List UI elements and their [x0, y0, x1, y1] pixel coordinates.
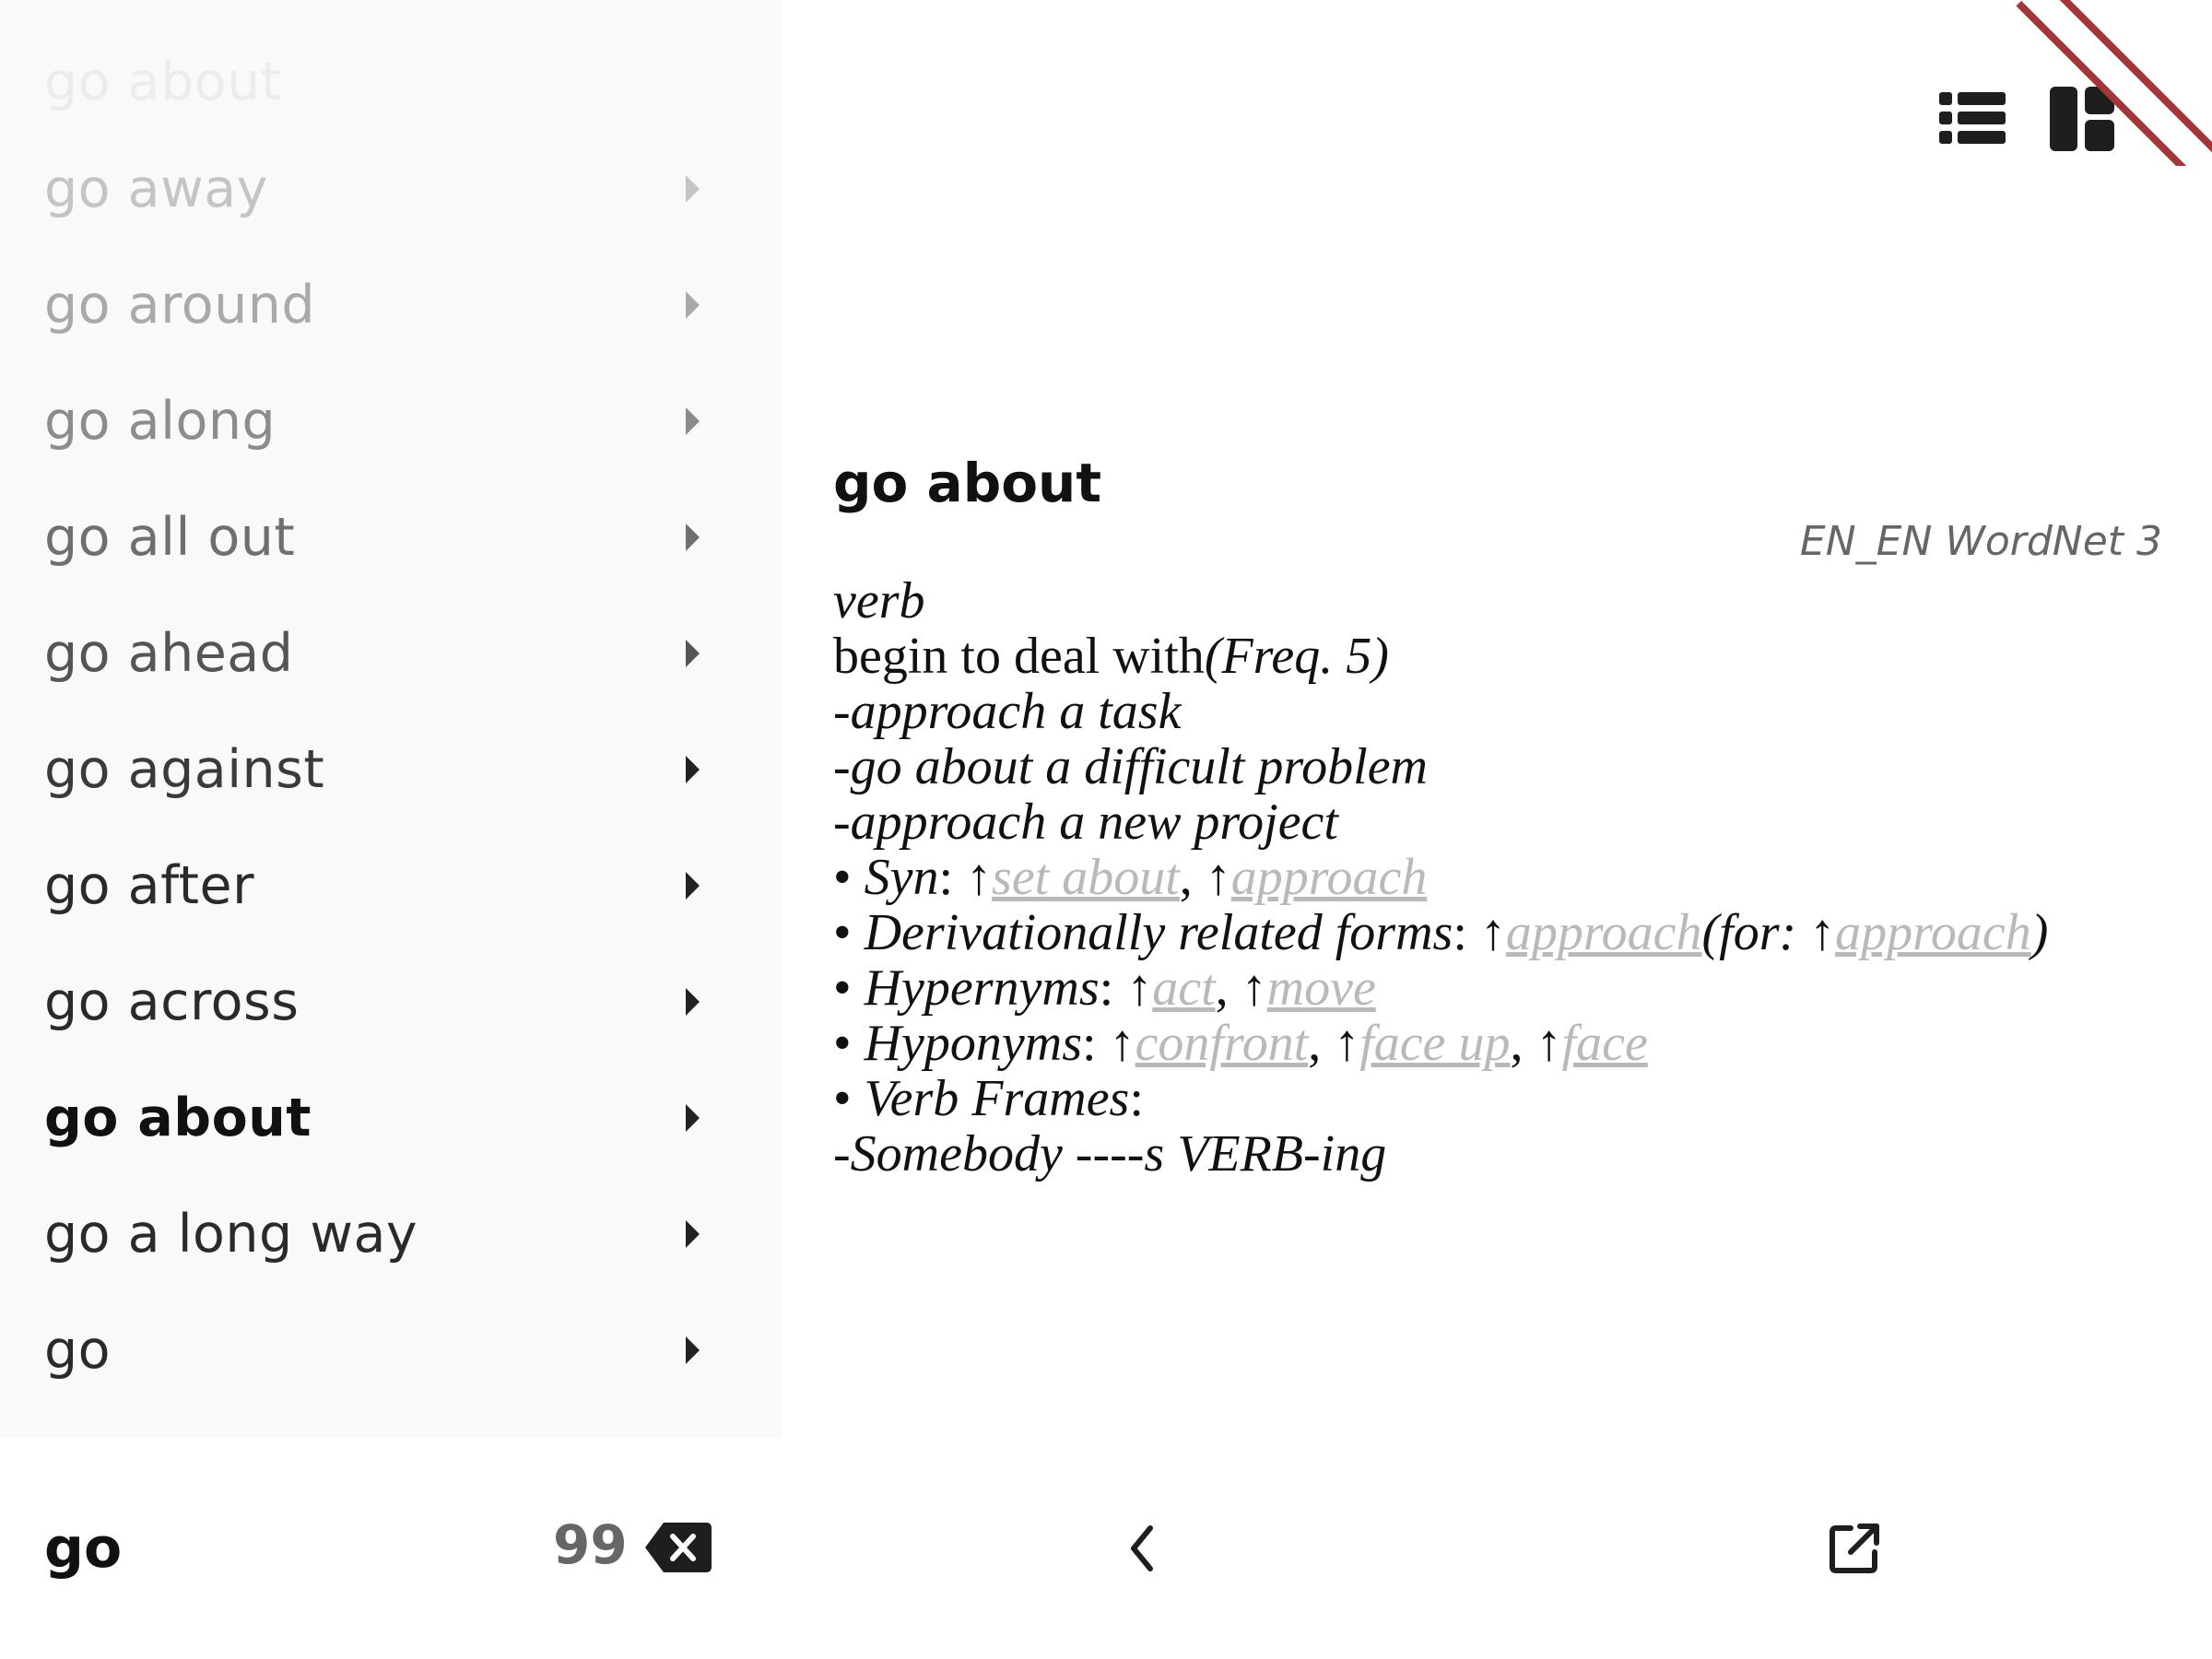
list-item-label: go about	[44, 52, 282, 112]
list-item[interactable]: go across	[0, 944, 782, 1060]
corner-ribbon	[2009, 0, 2212, 166]
list-item-selected[interactable]: go about	[0, 1060, 782, 1176]
list-item-label: go about	[44, 1088, 312, 1148]
hyper-label: Hypernyms	[864, 959, 1100, 1017]
app: go about go away go around go along go a…	[0, 0, 2212, 1659]
backspace-icon	[645, 1523, 712, 1572]
example: -go about a difficult problem	[833, 738, 1428, 795]
list-item-label: go away	[44, 159, 268, 219]
dictionary-source: EN_EN WordNet 3	[1799, 518, 2162, 565]
list-item-label: go along	[44, 391, 276, 452]
list-item-label: go	[44, 1320, 112, 1381]
triangle-right-icon	[686, 1220, 700, 1248]
triangle-right-icon	[686, 640, 700, 667]
back-button[interactable]	[1121, 1521, 1165, 1576]
frames-label: Verb Frames	[864, 1070, 1130, 1127]
list-item[interactable]: go away	[0, 131, 782, 247]
triangle-right-icon	[686, 756, 700, 783]
hyponym-link[interactable]: confront	[1135, 1015, 1309, 1072]
list-item[interactable]: go ahead	[0, 595, 782, 712]
triangle-right-icon	[686, 291, 700, 319]
list-item-label: go a long way	[44, 1204, 418, 1265]
list-item-label: go after	[44, 855, 255, 916]
derivation-for-link[interactable]: approach	[1835, 904, 2031, 961]
list-item[interactable]: go	[0, 1292, 782, 1408]
list-item[interactable]: go around	[0, 247, 782, 363]
triangle-right-icon	[686, 1104, 700, 1132]
triangle-right-icon	[686, 175, 700, 203]
list-view-button[interactable]	[1939, 90, 2006, 146]
list-item-label: go around	[44, 275, 316, 335]
deriv-for-label: (for:	[1701, 904, 1810, 961]
definition-body: verb begin to deal with(Freq. 5) -approa…	[833, 572, 2049, 1182]
list-item-label: go ahead	[44, 623, 294, 684]
list-item-label: go against	[44, 739, 325, 800]
list-view-icon	[1939, 92, 2006, 144]
triangle-right-icon	[686, 988, 700, 1016]
verb-frame: -Somebody ----s VERB-ing	[833, 1125, 1387, 1182]
hypernym-link[interactable]: act	[1152, 959, 1215, 1017]
list-item[interactable]: go after	[0, 828, 782, 944]
triangle-right-icon	[686, 1336, 700, 1364]
list-item-label: go all out	[44, 507, 296, 568]
synonym-link[interactable]: set about	[992, 849, 1180, 906]
clear-search-button[interactable]	[645, 1523, 712, 1572]
sidebar: go about go away go around go along go a…	[0, 0, 782, 1659]
deriv-label: Derivationally related forms	[864, 904, 1453, 961]
hypo-label: Hyponyms	[864, 1015, 1082, 1072]
list-item[interactable]: go all out	[0, 479, 782, 595]
derivation-link[interactable]: approach	[1506, 904, 1702, 961]
hyponym-link[interactable]: face up	[1359, 1015, 1510, 1072]
list-item[interactable]: go about	[0, 24, 782, 140]
triangle-right-icon	[686, 407, 700, 435]
search-input[interactable]	[44, 1512, 505, 1585]
part-of-speech: verb	[833, 572, 925, 629]
example: -approach a task	[833, 683, 1182, 740]
chevron-left-icon	[1131, 1525, 1153, 1571]
result-count: 99	[553, 1513, 628, 1576]
word-list[interactable]: go about go away go around go along go a…	[0, 0, 782, 1438]
triangle-right-icon	[686, 524, 700, 551]
ribbon-band	[2016, 0, 2212, 166]
open-external-button[interactable]	[1829, 1523, 1880, 1574]
list-item-label: go across	[44, 971, 300, 1032]
gloss: begin to deal with	[833, 628, 1205, 685]
hypernym-link[interactable]: move	[1267, 959, 1376, 1017]
syn-label: Syn	[864, 849, 939, 906]
hyponym-link[interactable]: face	[1562, 1015, 1648, 1072]
list-item[interactable]: go along	[0, 363, 782, 479]
triangle-right-icon	[686, 872, 700, 900]
entry-title: go about	[833, 452, 1102, 514]
frequency: (Freq. 5)	[1204, 628, 1389, 685]
list-item[interactable]: go a long way	[0, 1176, 782, 1292]
example: -approach a new project	[833, 794, 1338, 851]
list-item[interactable]: go against	[0, 712, 782, 828]
open-external-icon	[1830, 1524, 1879, 1573]
synonym-link[interactable]: approach	[1231, 849, 1428, 906]
